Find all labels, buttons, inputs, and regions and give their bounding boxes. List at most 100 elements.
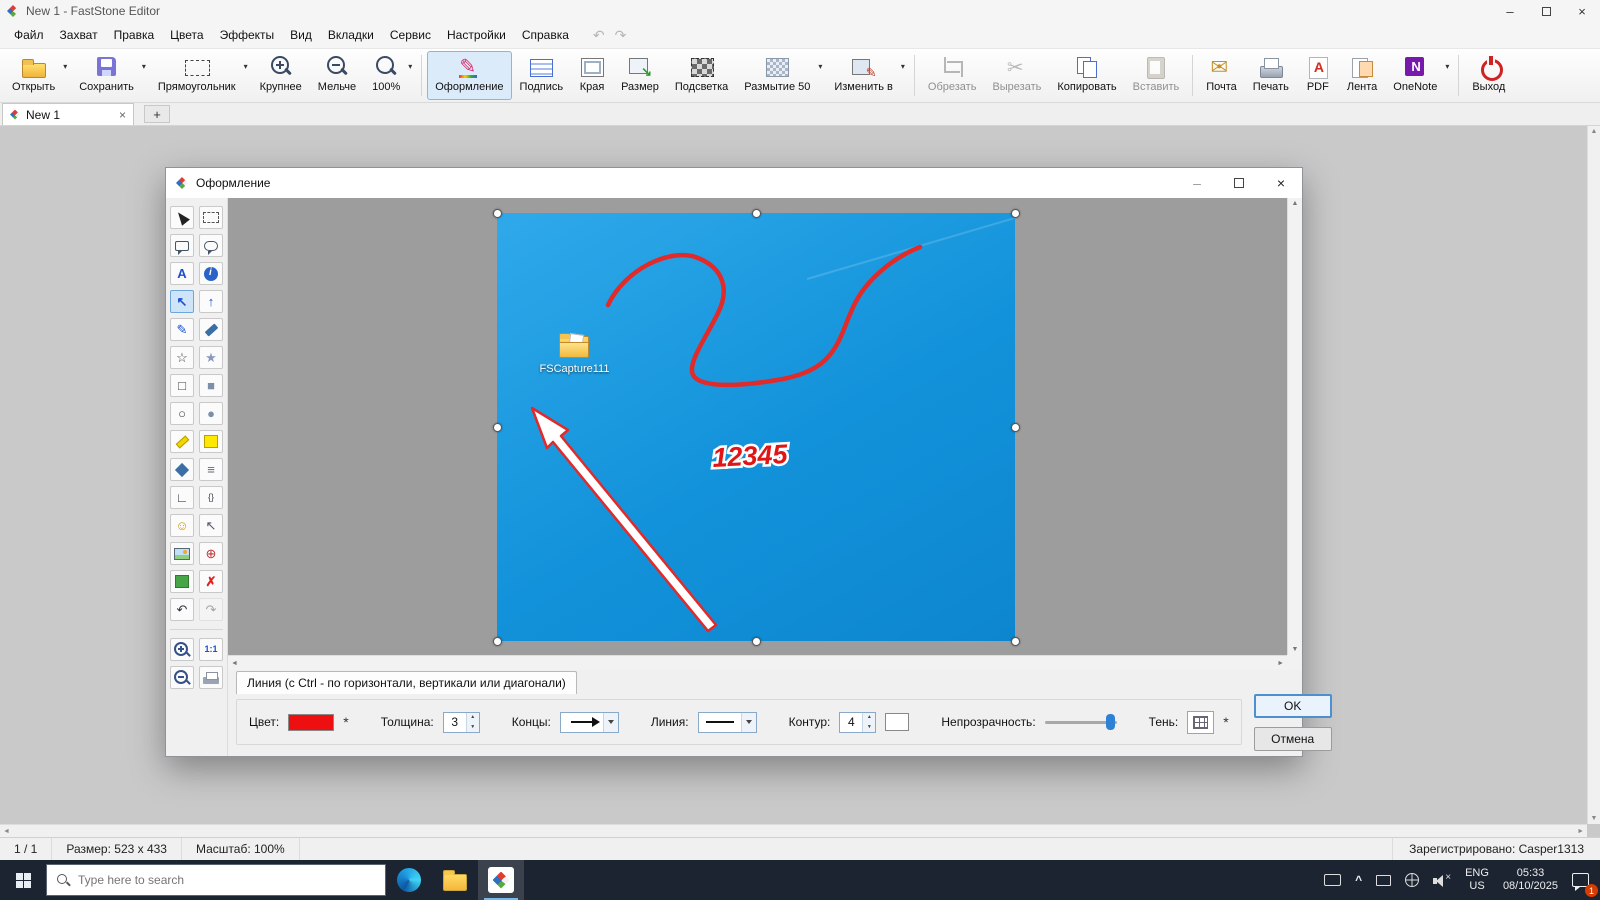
undo-icon[interactable]: ↶ (589, 27, 609, 44)
line-arrow-tool[interactable]: ↖ (170, 290, 194, 313)
selection-handle[interactable] (752, 637, 761, 646)
action-center-button[interactable]: 1 (1565, 860, 1596, 900)
toolbar-caption-button[interactable]: Подпись (512, 51, 572, 100)
spin-up-icon[interactable]: ▲ (863, 713, 875, 723)
corner-tool[interactable]: ∟ (170, 486, 194, 509)
dropdown-arrow-icon[interactable]: ▾ (244, 62, 248, 71)
toolbar-rectsel-button[interactable]: Прямоугольник▾ (150, 51, 252, 100)
selection-handle[interactable] (1011, 209, 1020, 218)
ends-combo-dropdown-icon[interactable] (603, 713, 618, 732)
selection-handle[interactable] (752, 209, 761, 218)
selection-handle[interactable] (493, 209, 502, 218)
opacity-slider-thumb[interactable] (1106, 714, 1115, 730)
volume-button[interactable]: × (1426, 860, 1458, 900)
tray-overflow-button[interactable]: ^ (1348, 860, 1369, 900)
ends-combo[interactable] (560, 712, 619, 733)
actual-size-tool[interactable]: 1:1 (199, 638, 223, 661)
toolbar-zoomin-button[interactable]: Крупнее (252, 51, 310, 100)
dropdown-arrow-icon[interactable]: ▾ (142, 62, 146, 71)
line-tool-tab[interactable]: Линия (с Ctrl - по горизонтали, вертикал… (236, 671, 577, 694)
ellipse-tool[interactable]: ○ (170, 402, 194, 425)
taskbar-faststone-button[interactable] (478, 860, 524, 900)
scroll-up-icon[interactable]: ▲ (1292, 200, 1299, 207)
dialog-maximize-button[interactable] (1218, 168, 1260, 198)
toolbar-copy-button[interactable]: Копировать (1049, 51, 1124, 100)
app-vertical-scrollbar[interactable]: ▲ ▼ (1587, 126, 1600, 824)
color-swatch[interactable] (288, 714, 334, 731)
scroll-left-icon[interactable]: ◄ (3, 828, 10, 835)
dropdown-arrow-icon[interactable]: ▾ (1445, 62, 1449, 71)
clock[interactable]: 05:33 08/10/2025 (1496, 860, 1565, 900)
zoom-out-tool[interactable] (170, 666, 194, 689)
toolbar-editin-button[interactable]: Изменить в▾ (826, 51, 909, 100)
select-tool[interactable] (170, 206, 194, 229)
speech-bubble-tool[interactable] (170, 234, 194, 257)
outline-input[interactable] (840, 713, 862, 732)
yellow-swatch-tool[interactable] (199, 430, 223, 453)
braces-tool[interactable]: {} (199, 486, 223, 509)
maximize-button[interactable] (1528, 0, 1564, 22)
taskbar-edge-button[interactable] (386, 860, 432, 900)
star-tool[interactable]: ★ (199, 346, 223, 369)
cancel-button[interactable]: Отмена (1254, 727, 1332, 751)
selection-handle[interactable] (493, 423, 502, 432)
network-button[interactable] (1398, 860, 1426, 900)
menu-item-9[interactable]: Настройки (439, 24, 514, 46)
toolbar-draw-button[interactable]: Оформление (427, 51, 511, 100)
delete-tool[interactable]: ✗ (199, 570, 223, 593)
scroll-right-icon[interactable]: ► (1277, 660, 1284, 667)
toolbar-print-button[interactable]: Печать (1245, 51, 1297, 100)
toolbar-pdf-button[interactable]: PDF (1297, 51, 1339, 100)
toolbar-zoom100-button[interactable]: 100%▾ (364, 51, 416, 100)
info-tool[interactable] (199, 262, 223, 285)
dialog-vertical-scrollbar[interactable]: ▲ ▼ (1287, 198, 1302, 655)
menu-item-5[interactable]: Эффекты (212, 24, 283, 46)
outline-color-swatch[interactable] (885, 713, 909, 731)
toolbar-zoomout-button[interactable]: Мельче (310, 51, 364, 100)
zoom-in-tool[interactable] (170, 638, 194, 661)
dropdown-arrow-icon[interactable]: ▾ (818, 62, 822, 71)
pattern-tool[interactable]: ≡ (199, 458, 223, 481)
starburst-tool[interactable]: ☆ (170, 346, 194, 369)
print-tool[interactable] (199, 666, 223, 689)
touch-keyboard-button[interactable] (1317, 860, 1348, 900)
redo-icon[interactable]: ↷ (611, 27, 631, 44)
shadow-button[interactable] (1187, 711, 1214, 734)
toolbar-ribbon-button[interactable]: Лента (1339, 51, 1385, 100)
dropdown-arrow-icon[interactable]: ▾ (63, 62, 67, 71)
menu-item-7[interactable]: Вкладки (320, 24, 382, 46)
toolbar-mail-button[interactable]: Почта (1198, 51, 1245, 100)
tab-close-icon[interactable]: × (119, 108, 126, 122)
tab-new-1[interactable]: New 1 × (2, 103, 134, 125)
selection-handle[interactable] (1011, 423, 1020, 432)
toolbar-open-button[interactable]: Открыть▾ (4, 51, 71, 100)
spin-up-icon[interactable]: ▲ (467, 713, 479, 723)
new-tab-button[interactable]: + (144, 105, 170, 123)
eraser-tool[interactable] (170, 458, 194, 481)
menu-item-3[interactable]: Правка (106, 24, 163, 46)
arrow-tool[interactable]: ↑ (199, 290, 223, 313)
app-horizontal-scrollbar[interactable]: ◄ ► (0, 824, 1587, 837)
smiley-tool[interactable]: ☺ (170, 514, 194, 537)
filled-rectangle-tool[interactable]: ■ (199, 374, 223, 397)
dropdown-arrow-icon[interactable]: ▾ (408, 62, 412, 71)
picture-tool[interactable] (170, 570, 194, 593)
toolbar-resize-button[interactable]: Размер (613, 51, 667, 100)
highlighter-tool[interactable] (170, 430, 194, 453)
point-tool[interactable]: ⊕ (199, 542, 223, 565)
start-button[interactable] (0, 860, 46, 900)
outline-spin-buttons[interactable]: ▲▼ (862, 713, 875, 732)
callout-tool[interactable] (199, 234, 223, 257)
annotation-arrow[interactable] (532, 408, 716, 631)
scroll-up-icon[interactable]: ▲ (1591, 128, 1598, 135)
dialog-minimize-button[interactable]: – (1176, 168, 1218, 198)
opacity-slider[interactable] (1045, 713, 1117, 731)
menu-item-2[interactable]: Захват (52, 24, 106, 46)
thickness-input[interactable] (444, 713, 466, 732)
toolbar-onenote-button[interactable]: OneNote▾ (1385, 51, 1453, 100)
toolbar-exit-button[interactable]: Выход (1464, 51, 1513, 100)
scroll-down-icon[interactable]: ▼ (1591, 815, 1598, 822)
thickness-spin-buttons[interactable]: ▲▼ (466, 713, 479, 732)
scroll-down-icon[interactable]: ▼ (1292, 646, 1299, 653)
toolbar-edge-button[interactable]: Края (571, 51, 613, 100)
